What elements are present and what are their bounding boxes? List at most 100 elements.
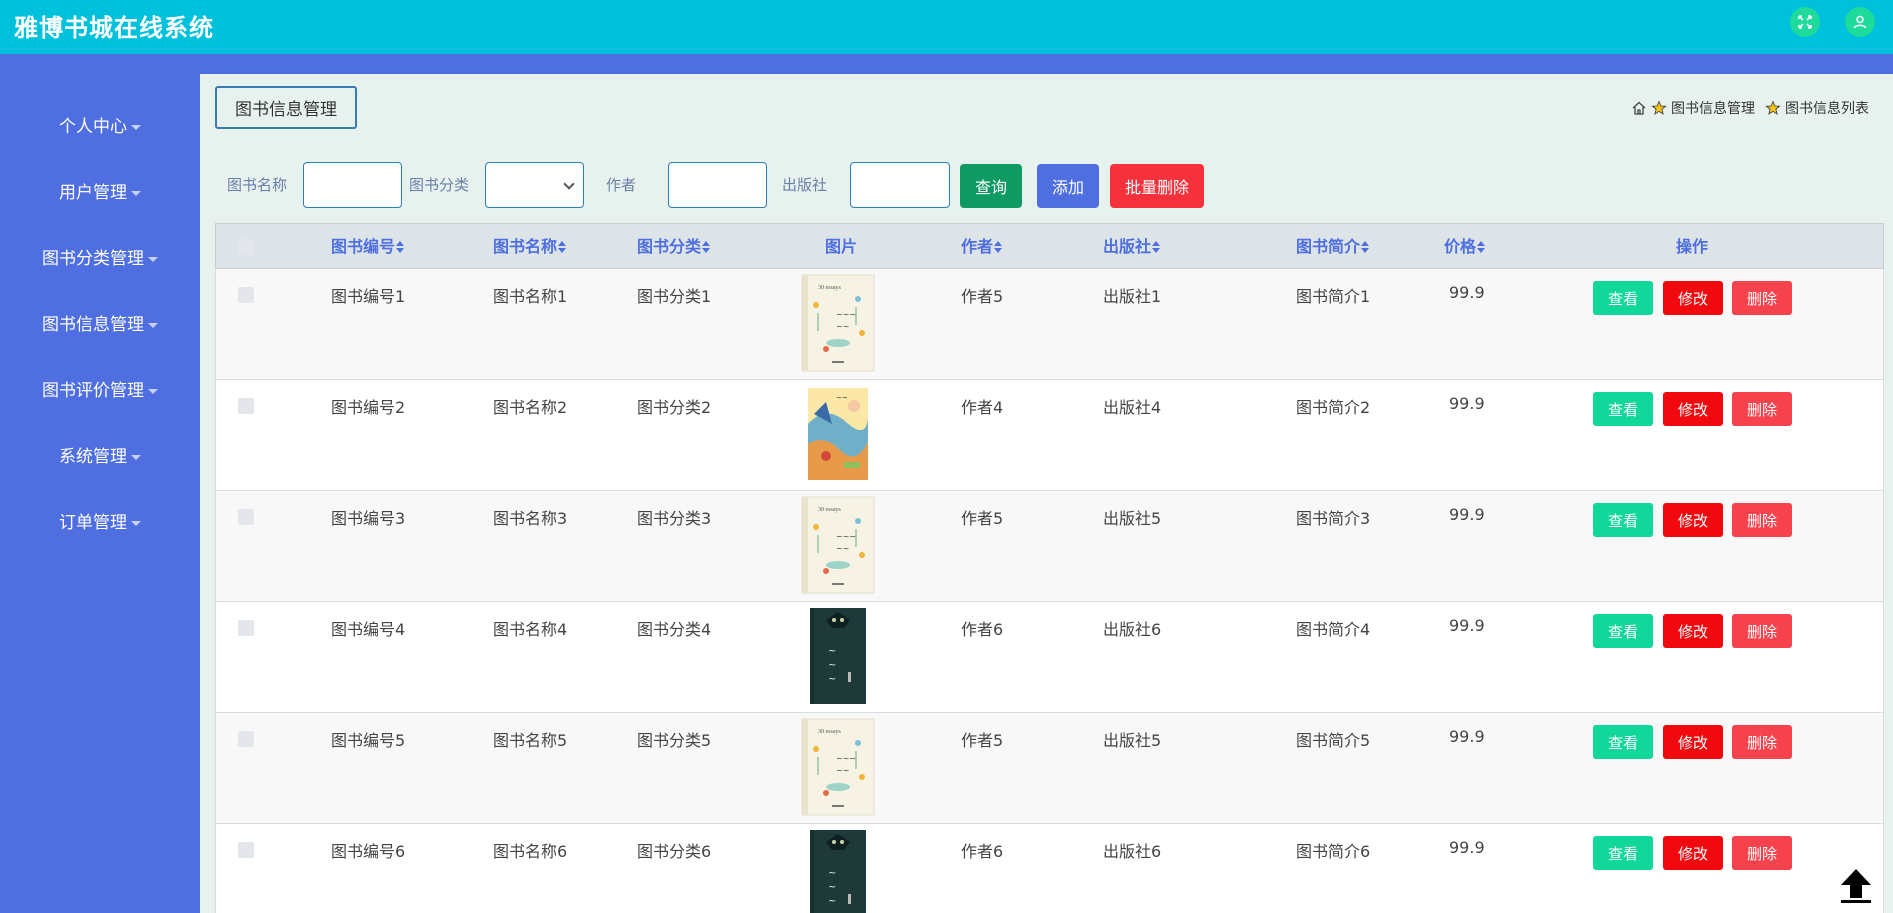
sidebar-item-order-management[interactable]: 订单管理 (0, 508, 200, 533)
cell-book-name: 图书名称4 (493, 620, 568, 639)
book-cover-image: ~ ~ ~ (796, 828, 880, 913)
page-title-tab[interactable]: 图书信息管理 (215, 86, 357, 129)
row-checkbox[interactable] (238, 620, 254, 636)
author-input[interactable] (668, 162, 767, 208)
svg-text:30 essays: 30 essays (818, 507, 841, 513)
view-button[interactable]: 查看 (1593, 392, 1653, 426)
sidebar-item-review-management[interactable]: 图书评价管理 (0, 376, 200, 401)
user-icon[interactable] (1845, 7, 1875, 37)
row-checkbox[interactable] (238, 287, 254, 303)
book-category-label: 图书分类 (409, 176, 470, 194)
view-button[interactable]: 查看 (1593, 614, 1653, 648)
cell-intro: 图书简介6 (1296, 842, 1371, 861)
sidebar-item-label: 个人中心 (59, 117, 127, 137)
svg-text:~~~: ~~~ (836, 754, 856, 763)
back-to-top-button[interactable] (1838, 866, 1874, 904)
edit-button[interactable]: 修改 (1663, 503, 1723, 537)
delete-button[interactable]: 删除 (1732, 281, 1792, 315)
svg-text:~: ~ (828, 646, 836, 657)
row-checkbox[interactable] (238, 398, 254, 414)
svg-text:~~~: ~~~ (836, 310, 856, 319)
caret-down-icon (131, 454, 141, 460)
header-book-no[interactable]: 图书编号 (331, 224, 405, 270)
view-button[interactable]: 查看 (1593, 503, 1653, 537)
breadcrumb: 图书信息管理 图书信息列表 (1631, 98, 1869, 118)
header-price[interactable]: 价格 (1444, 224, 1486, 270)
cell-intro: 图书简介2 (1296, 398, 1371, 417)
edit-button[interactable]: 修改 (1663, 392, 1723, 426)
sidebar-item-book-management[interactable]: 图书信息管理 (0, 310, 200, 335)
book-cover-image: 30 essays ~~~ ~~ (796, 717, 880, 817)
publisher-input[interactable] (850, 162, 950, 208)
row-checkbox[interactable] (238, 731, 254, 747)
book-cover-image: 30 essays ~~~ ~~ (796, 273, 880, 373)
cell-author: 作者5 (961, 509, 1004, 528)
edit-button[interactable]: 修改 (1663, 725, 1723, 759)
sort-icon[interactable] (1477, 240, 1486, 255)
header-intro[interactable]: 图书简介 (1296, 224, 1370, 270)
sidebar-item-personal-center[interactable]: 个人中心 (0, 112, 200, 137)
batch-delete-button[interactable]: 批量删除 (1110, 164, 1204, 208)
sort-icon[interactable] (994, 240, 1003, 255)
sidebar-item-category-management[interactable]: 图书分类管理 (0, 244, 200, 269)
home-icon[interactable] (1631, 100, 1647, 116)
sort-icon[interactable] (1152, 240, 1161, 255)
delete-button[interactable]: 删除 (1732, 836, 1792, 870)
caret-down-icon (131, 190, 141, 196)
cell-book-no: 图书编号3 (331, 509, 406, 528)
cell-book-no: 图书编号4 (331, 620, 406, 639)
sidebar-item-system-management[interactable]: 系统管理 (0, 442, 200, 467)
view-button[interactable]: 查看 (1593, 281, 1653, 315)
header-author[interactable]: 作者 (961, 224, 1003, 270)
svg-text:~~: ~~ (836, 544, 849, 553)
svg-text:30 essays: 30 essays (818, 285, 841, 291)
book-category-select[interactable] (485, 162, 584, 208)
cell-category: 图书分类3 (637, 509, 712, 528)
header-image: 图片 (825, 237, 858, 256)
select-all-checkbox[interactable] (238, 239, 254, 255)
header-publisher[interactable]: 出版社 (1103, 224, 1161, 270)
delete-button[interactable]: 删除 (1732, 392, 1792, 426)
header-book-name[interactable]: 图书名称 (493, 224, 567, 270)
row-checkbox[interactable] (238, 509, 254, 525)
cell-publisher: 出版社5 (1103, 509, 1162, 528)
add-button[interactable]: 添加 (1037, 164, 1099, 208)
cell-publisher: 出版社4 (1103, 398, 1162, 417)
breadcrumb-item[interactable]: 图书信息管理 (1671, 98, 1755, 118)
row-checkbox[interactable] (238, 842, 254, 858)
delete-button[interactable]: 删除 (1732, 725, 1792, 759)
delete-button[interactable]: 删除 (1732, 503, 1792, 537)
cell-book-no: 图书编号2 (331, 398, 406, 417)
view-button[interactable]: 查看 (1593, 725, 1653, 759)
sidebar-item-label: 图书分类管理 (42, 249, 144, 269)
sort-icon[interactable] (1361, 240, 1370, 255)
header-strip (0, 54, 1893, 74)
sidebar-item-user-management[interactable]: 用户管理 (0, 178, 200, 203)
cell-book-name: 图书名称5 (493, 731, 568, 750)
query-button[interactable]: 查询 (960, 164, 1022, 208)
cell-book-name: 图书名称1 (493, 287, 568, 306)
book-name-input[interactable] (303, 162, 402, 208)
edit-button[interactable]: 修改 (1663, 836, 1723, 870)
delete-button[interactable]: 删除 (1732, 614, 1792, 648)
caret-down-icon (148, 388, 158, 394)
sort-icon[interactable] (702, 240, 711, 255)
edit-button[interactable]: 修改 (1663, 614, 1723, 648)
svg-text:~: ~ (828, 896, 836, 907)
cell-book-name: 图书名称3 (493, 509, 568, 528)
sidebar-item-label: 订单管理 (59, 513, 127, 533)
table-row: 图书编号6 图书名称6 图书分类6 ~ ~ ~ 作者6 出版社6 图书简介6 99.9 查看 修改 删除 (215, 824, 1884, 913)
edit-button[interactable]: 修改 (1663, 281, 1723, 315)
sidebar: 个人中心 用户管理 图书分类管理 图书信息管理 图书评价管理 系统管理 订单管理 (0, 74, 200, 913)
cell-book-no: 图书编号6 (331, 842, 406, 861)
view-button[interactable]: 查看 (1593, 836, 1653, 870)
sort-icon[interactable] (396, 240, 405, 255)
cell-book-name: 图书名称6 (493, 842, 568, 861)
expand-icon[interactable] (1790, 7, 1820, 37)
sidebar-item-label: 图书评价管理 (42, 381, 144, 401)
cell-category: 图书分类5 (637, 731, 712, 750)
header-category[interactable]: 图书分类 (637, 224, 711, 270)
app-title: 雅博书城在线系统 (14, 14, 214, 42)
sort-icon[interactable] (558, 240, 567, 255)
caret-down-icon (131, 520, 141, 526)
